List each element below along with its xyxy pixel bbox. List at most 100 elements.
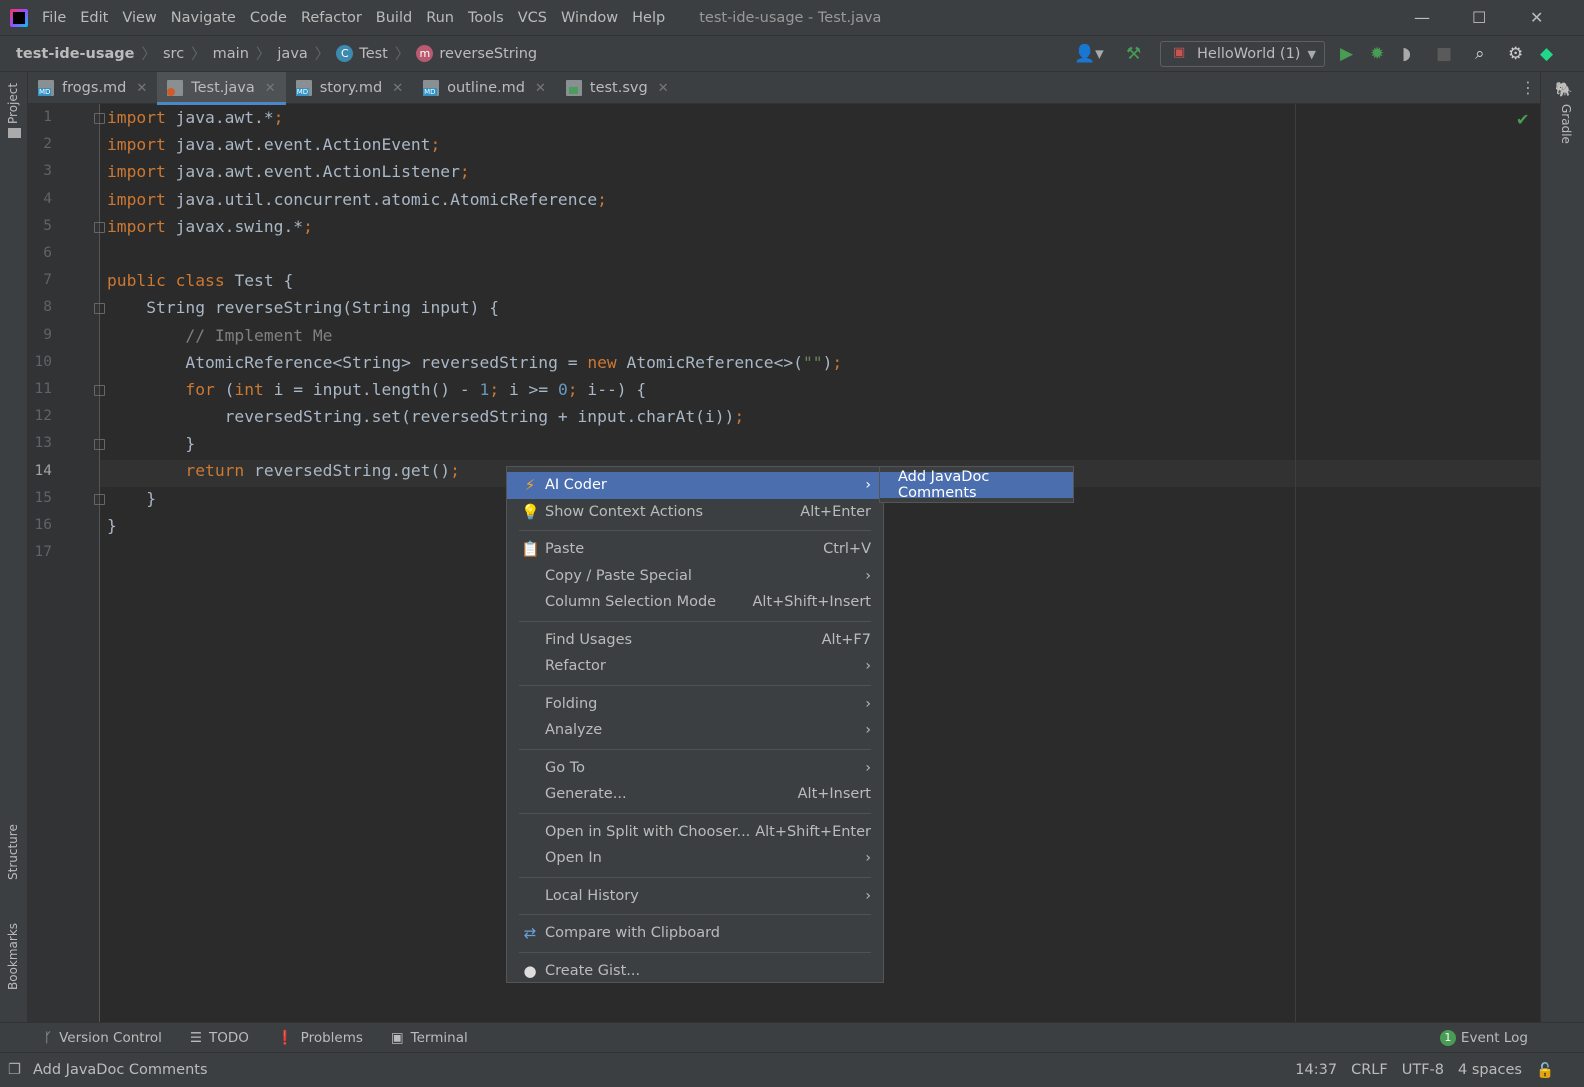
close-tab-icon[interactable]: ✕ [658, 81, 669, 96]
project-tool-button[interactable]: Project [6, 83, 20, 124]
run-configuration-select[interactable]: ▣ HelloWorld (1) ▼ [1160, 41, 1325, 67]
line-number: 7 [43, 272, 52, 289]
fold-marker-icon[interactable] [94, 439, 105, 451]
code-line: AtomicReference<String> reversedString =… [107, 349, 842, 376]
tab-Test-java[interactable]: Test.java ✕ [157, 72, 287, 105]
fold-marker-icon[interactable] [94, 113, 105, 124]
menu-item-refactor[interactable]: Refactor › [507, 653, 883, 680]
menu-build[interactable]: Build [376, 10, 412, 26]
caret-position[interactable]: 14:37 [1295, 1062, 1337, 1078]
code-token: ; [832, 352, 843, 372]
build-hammer-icon[interactable]: ⚒ [1126, 44, 1141, 64]
menu-item-open-in[interactable]: Open In › [507, 845, 883, 872]
maximize-icon[interactable]: ☐ [1472, 8, 1486, 27]
menu-item-shortcut: Alt+Shift+Insert [752, 594, 871, 611]
code-token: ; [430, 135, 441, 155]
close-tab-icon[interactable]: ✕ [535, 81, 546, 96]
debug-icon[interactable]: ✹ [1370, 44, 1384, 64]
file-encoding[interactable]: UTF-8 [1402, 1062, 1444, 1078]
tool-terminal[interactable]: ▣ Terminal [391, 1030, 468, 1046]
breadcrumb-project[interactable]: test-ide-usage [16, 46, 135, 62]
status-bar: ❐ Add JavaDoc Comments 14:37 CRLF UTF-8 … [0, 1052, 1584, 1087]
menu-item-go-to[interactable]: Go To › [507, 755, 883, 782]
menu-item-generate[interactable]: Generate... Alt+Insert [507, 781, 883, 808]
menu-code[interactable]: Code [250, 10, 287, 26]
class-icon: C [336, 45, 354, 62]
tool-version-control[interactable]: ᚴ Version Control [44, 1030, 162, 1046]
code-token: java.awt.event.ActionListener [165, 162, 460, 182]
coverage-icon[interactable]: ◗ [1402, 44, 1411, 64]
tab-frogs-md[interactable]: frogs.md ✕ [28, 72, 157, 104]
menu-tools[interactable]: Tools [468, 10, 504, 26]
user-icon[interactable]: 👤▾ [1074, 44, 1104, 64]
menu-file[interactable]: File [42, 10, 66, 26]
gradle-tool-button[interactable]: Gradle [1559, 104, 1573, 144]
stop-icon[interactable]: ■ [1436, 44, 1452, 64]
tab-outline-md[interactable]: outline.md ✕ [413, 72, 556, 104]
code-line: import java.util.concurrent.atomic.Atomi… [107, 186, 842, 213]
menu-refactor[interactable]: Refactor [301, 10, 362, 26]
menu-item-add-javadoc-comments[interactable]: Add JavaDoc Comments [880, 469, 1073, 501]
menu-item-local-history[interactable]: Local History › [507, 883, 883, 910]
code-line: import java.awt.*; [107, 104, 842, 131]
fold-marker-icon[interactable] [94, 221, 105, 233]
close-tab-icon[interactable]: ✕ [265, 81, 276, 96]
code-token: import [107, 135, 166, 155]
menu-item-show-context-actions[interactable]: 💡 Show Context Actions Alt+Enter [507, 499, 883, 526]
menu-navigate[interactable]: Navigate [171, 10, 236, 26]
menu-item-find-usages[interactable]: Find Usages Alt+F7 [507, 627, 883, 654]
md-file-icon [38, 80, 54, 96]
menu-edit[interactable]: Edit [80, 10, 108, 26]
menu-item-column-selection-mode[interactable]: Column Selection Mode Alt+Shift+Insert [507, 589, 883, 616]
unlock-icon[interactable]: 🔓 [1536, 1062, 1554, 1079]
tool-windows-toggle-icon[interactable]: ❐ [8, 1062, 21, 1078]
gear-icon[interactable]: ⚙ [1508, 44, 1523, 64]
line-separator[interactable]: CRLF [1351, 1062, 1388, 1078]
tab-test-svg[interactable]: test.svg ✕ [556, 72, 679, 104]
tool-label: TODO [208, 1029, 249, 1046]
tool-todo[interactable]: ☰ TODO [190, 1030, 249, 1046]
close-tab-icon[interactable]: ✕ [392, 81, 403, 96]
line-number: 16 [34, 517, 52, 533]
fold-marker-icon[interactable] [94, 385, 105, 396]
menu-item-open-in-split-with-chooser[interactable]: Open in Split with Chooser... Alt+Shift+E… [507, 819, 883, 846]
menu-item-analyze[interactable]: Analyze › [507, 717, 883, 744]
indent-setting[interactable]: 4 spaces [1458, 1062, 1522, 1078]
code-line: import java.awt.event.ActionListener; [107, 158, 842, 185]
menu-item-compare-with-clipboard[interactable]: ⇄ Compare with Clipboard [507, 920, 883, 947]
menu-run[interactable]: Run [426, 10, 454, 26]
breadcrumb-class[interactable]: C Test [336, 45, 388, 62]
search-icon[interactable]: ⌕ [1475, 44, 1485, 64]
tab-story-md[interactable]: story.md ✕ [286, 72, 413, 104]
menu-window[interactable]: Window [561, 10, 618, 26]
more-vertical-icon[interactable]: ⋮ [1520, 78, 1536, 97]
close-tab-icon[interactable]: ✕ [136, 81, 147, 96]
tab-label: test.svg [589, 80, 648, 96]
line-number: 12 [34, 408, 52, 425]
menu-separator [519, 876, 871, 878]
breadcrumb-src[interactable]: src [163, 46, 184, 62]
menu-item-folding[interactable]: Folding › [507, 691, 883, 718]
line-number: 4 [43, 190, 52, 207]
menu-item-paste[interactable]: 📋 Paste Ctrl+V [507, 536, 883, 563]
breadcrumb-main[interactable]: main [213, 46, 249, 62]
event-log-button[interactable]: 1 Event Log [1439, 1029, 1528, 1046]
event-log-label: Event Log [1460, 1029, 1528, 1046]
tool-problems[interactable]: ❗ Problems [277, 1030, 363, 1046]
close-window-icon[interactable]: ✕ [1530, 8, 1543, 27]
breadcrumb-method[interactable]: m reverseString [416, 45, 537, 62]
menu-vcs[interactable]: VCS [518, 10, 547, 26]
breadcrumb-java[interactable]: java [277, 46, 307, 62]
minimize-icon[interactable]: — [1414, 8, 1430, 27]
menu-item-copy-paste-special[interactable]: Copy / Paste Special › [507, 563, 883, 590]
fold-marker-icon[interactable] [94, 303, 105, 315]
bookmarks-tool-button[interactable]: Bookmarks [6, 923, 20, 990]
run-icon[interactable]: ▶ [1340, 44, 1353, 64]
menu-item-ai-coder[interactable]: ⚡ AI Coder › [507, 472, 883, 499]
menu-item-create-gist[interactable]: ● Create Gist... [507, 958, 883, 985]
structure-tool-button[interactable]: Structure [6, 824, 20, 880]
menu-help[interactable]: Help [632, 10, 665, 26]
menu-view[interactable]: View [122, 10, 156, 26]
fold-marker-icon[interactable] [94, 493, 105, 505]
code-with-me-icon[interactable]: ◆ [1540, 44, 1553, 64]
